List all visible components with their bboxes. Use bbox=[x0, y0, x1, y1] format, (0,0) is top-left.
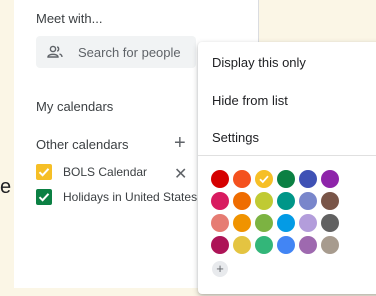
color-swatch[interactable] bbox=[255, 192, 273, 210]
color-swatch[interactable] bbox=[255, 236, 273, 254]
menu-item-display-this-only[interactable]: Display this only bbox=[212, 55, 306, 70]
calendar-checkbox[interactable] bbox=[36, 189, 52, 205]
color-swatch[interactable] bbox=[299, 170, 317, 188]
menu-item-settings[interactable]: Settings bbox=[212, 130, 259, 145]
search-people-input[interactable]: Search for people bbox=[36, 36, 196, 68]
color-swatch[interactable] bbox=[321, 170, 339, 188]
calendar-label: BOLS Calendar bbox=[63, 165, 148, 179]
color-swatch[interactable] bbox=[211, 214, 229, 232]
color-swatch[interactable] bbox=[211, 170, 229, 188]
cut-off-text: e bbox=[0, 176, 12, 198]
color-swatch[interactable] bbox=[211, 236, 229, 254]
search-placeholder: Search for people bbox=[78, 45, 181, 60]
color-swatch[interactable] bbox=[299, 214, 317, 232]
color-swatch[interactable] bbox=[233, 192, 251, 210]
color-swatch[interactable] bbox=[277, 236, 295, 254]
calendar-item-holidays[interactable]: Holidays in United States bbox=[36, 188, 200, 210]
calendar-options-menu: Display this only Hide from list Setting… bbox=[198, 42, 376, 294]
people-icon bbox=[46, 43, 64, 66]
color-swatch[interactable] bbox=[321, 192, 339, 210]
add-other-calendar-button[interactable]: + bbox=[174, 131, 186, 155]
remove-calendar-icon[interactable]: ✕ bbox=[174, 164, 187, 184]
color-swatch[interactable] bbox=[299, 236, 317, 254]
color-swatch[interactable] bbox=[277, 170, 295, 188]
color-swatch[interactable] bbox=[255, 214, 273, 232]
color-swatch[interactable] bbox=[211, 192, 229, 210]
color-swatch-selected[interactable] bbox=[255, 170, 273, 188]
calendar-checkbox[interactable] bbox=[36, 164, 52, 180]
calendar-label: Holidays in United States bbox=[63, 190, 198, 204]
other-calendars-heading[interactable]: Other calendars bbox=[36, 137, 129, 152]
color-swatch[interactable] bbox=[321, 236, 339, 254]
color-swatch[interactable] bbox=[277, 214, 295, 232]
color-swatch[interactable] bbox=[277, 192, 295, 210]
meet-with-heading: Meet with... bbox=[36, 11, 103, 26]
color-swatch[interactable] bbox=[299, 192, 317, 210]
add-custom-color-button[interactable]: + bbox=[212, 261, 228, 277]
color-swatch[interactable] bbox=[233, 236, 251, 254]
menu-divider bbox=[198, 155, 376, 156]
color-swatch[interactable] bbox=[233, 170, 251, 188]
my-calendars-heading[interactable]: My calendars bbox=[36, 99, 113, 114]
color-swatch[interactable] bbox=[233, 214, 251, 232]
menu-item-hide-from-list[interactable]: Hide from list bbox=[212, 93, 288, 108]
color-swatch[interactable] bbox=[321, 214, 339, 232]
